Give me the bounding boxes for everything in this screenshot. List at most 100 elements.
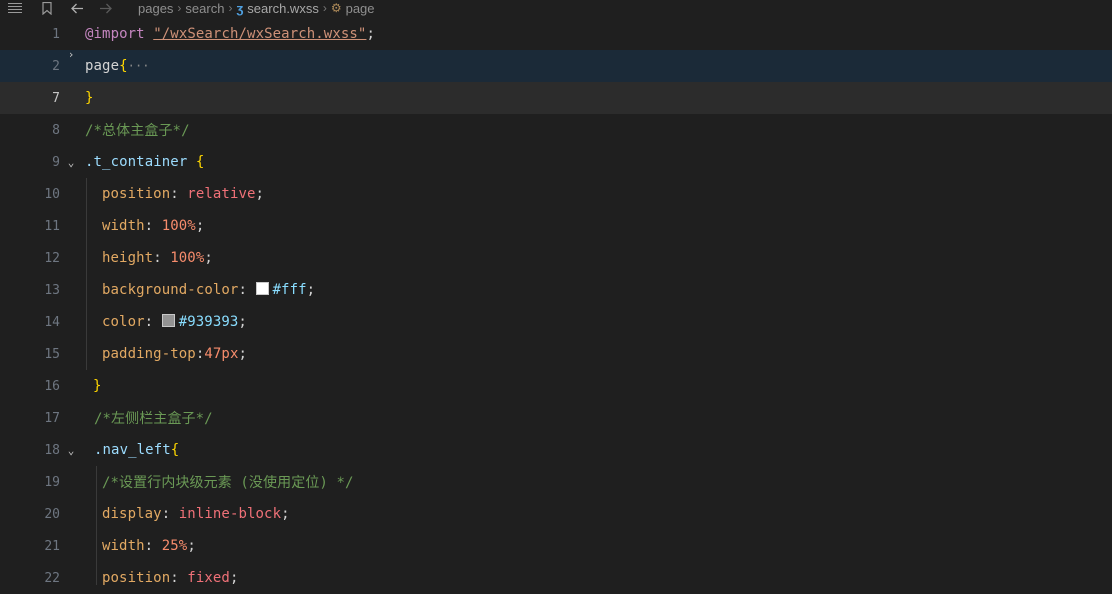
token: ; [229, 570, 239, 586]
token: @import [85, 26, 145, 42]
token: "/wxSearch/wxSearch.wxss" [153, 26, 367, 42]
css-file-icon: ʒ [236, 0, 244, 16]
code-text: padding-top:47px; [102, 346, 247, 362]
token: 100% [170, 250, 205, 266]
line-number: 9 [52, 154, 60, 170]
token: } [93, 378, 102, 394]
list-icon[interactable] [6, 0, 24, 16]
token: } [85, 90, 94, 106]
code-text: @import "/wxSearch/wxSearch.wxss"; [85, 26, 375, 42]
color-swatch[interactable] [255, 282, 269, 295]
token: ; [306, 282, 316, 298]
breadcrumb-item-search[interactable]: search [185, 1, 224, 16]
code-text: .t_container { [85, 154, 204, 170]
code-text: .nav_left{ [94, 442, 179, 458]
token: ; [187, 538, 196, 554]
code-line[interactable]: 18 ⌄ .nav_left{ [0, 434, 1112, 466]
token: height [102, 250, 154, 266]
token: relative [187, 186, 256, 202]
line-number: 10 [44, 186, 60, 202]
code-text: background-color: #fff; [102, 282, 315, 298]
symbol-class-icon: ⚙ [330, 1, 342, 15]
token: #fff [272, 282, 307, 298]
code-text: } [93, 378, 102, 394]
token: padding-top [102, 346, 196, 362]
breadcrumb-item-file[interactable]: search.wxss [247, 1, 319, 16]
code-line[interactable]: 15 padding-top:47px; [0, 338, 1112, 370]
chevron-down-icon[interactable]: ⌄ [64, 156, 78, 169]
token: ; [195, 218, 205, 234]
token: 100% [161, 218, 196, 234]
indent-guide [86, 178, 87, 370]
token: display [102, 506, 162, 522]
breadcrumb-item-pages[interactable]: pages [138, 1, 173, 16]
token: width [102, 538, 145, 554]
token: #939393 [178, 314, 239, 330]
line-number: 16 [44, 378, 60, 394]
token: ; [204, 250, 213, 266]
line-number: 17 [44, 410, 60, 426]
line-number: 22 [44, 570, 60, 586]
token: /*总体主盒子*/ [85, 123, 190, 139]
token: : [144, 314, 162, 330]
folded-ellipsis[interactable]: ··· [128, 59, 150, 73]
code-line-current[interactable]: 7 } [0, 82, 1112, 114]
line-number: 19 [44, 474, 60, 490]
code-text: position: relative; [102, 186, 264, 202]
chevron-down-icon[interactable]: ⌄ [64, 444, 78, 457]
token: ; [366, 26, 375, 42]
code-line[interactable]: 2 › page{··· [0, 48, 1112, 82]
line-number: 20 [44, 506, 60, 522]
code-line[interactable]: 13 background-color: #fff; [0, 274, 1112, 306]
line-number: 15 [44, 346, 60, 362]
token: : [144, 218, 162, 234]
token: page [85, 58, 120, 74]
code-line[interactable]: 19 /*设置行内块级元素 (没使用定位) */ [0, 466, 1112, 498]
code-line[interactable]: 14 color: #939393; [0, 306, 1112, 338]
code-line[interactable]: 11 width: 100%; [0, 210, 1112, 242]
code-line[interactable]: 12 height: 100%; [0, 242, 1112, 274]
line-number: 12 [44, 250, 60, 266]
breadcrumb-item-symbol[interactable]: page [346, 1, 375, 16]
breadcrumb-bar: pages › search › ʒ search.wxss › ⚙ page [0, 0, 1112, 16]
line-number: 2 [52, 58, 60, 74]
chevron-right-icon[interactable]: › [64, 48, 78, 61]
code-text: page{··· [85, 58, 150, 74]
code-editor[interactable]: 1 @import "/wxSearch/wxSearch.wxss"; 2 ›… [0, 18, 1112, 586]
token: ; [238, 314, 247, 330]
token: { [195, 154, 205, 170]
code-line[interactable]: 21 width: 25%; [0, 530, 1112, 562]
code-text: width: 25%; [102, 538, 196, 554]
code-text: height: 100%; [102, 250, 213, 266]
code-text: width: 100%; [102, 218, 204, 234]
forward-arrow-icon[interactable] [96, 0, 114, 16]
token: background-color [102, 282, 239, 298]
token: : [161, 506, 179, 522]
code-line[interactable]: 20 display: inline-block; [0, 498, 1112, 530]
code-line[interactable]: 17 /*左侧栏主盒子*/ [0, 402, 1112, 434]
code-line[interactable]: 1 @import "/wxSearch/wxSearch.wxss"; [0, 18, 1112, 50]
code-line[interactable]: 16 } [0, 370, 1112, 402]
code-line[interactable]: 8 /*总体主盒子*/ [0, 114, 1112, 146]
bookmark-icon[interactable] [38, 0, 56, 16]
line-number: 13 [44, 282, 60, 298]
token: { [119, 58, 128, 74]
code-line[interactable]: 9 ⌄ .t_container { [0, 146, 1112, 178]
token: width [102, 218, 145, 234]
token: 25% [161, 538, 188, 554]
line-number: 7 [52, 90, 60, 106]
token: /*左侧栏主盒子*/ [94, 411, 213, 427]
color-swatch[interactable] [161, 314, 175, 327]
back-arrow-icon[interactable] [68, 0, 86, 16]
token: ; [281, 506, 290, 522]
code-line[interactable]: 10 position: relative; [0, 178, 1112, 210]
token: position [102, 570, 171, 586]
token: : [153, 250, 171, 266]
code-line[interactable]: 22 position: fixed; [0, 562, 1112, 594]
chevron-right-icon: › [228, 1, 233, 15]
breadcrumb: pages › search › ʒ search.wxss › ⚙ page [138, 1, 375, 16]
token: : [144, 538, 162, 554]
token: : [238, 282, 256, 298]
